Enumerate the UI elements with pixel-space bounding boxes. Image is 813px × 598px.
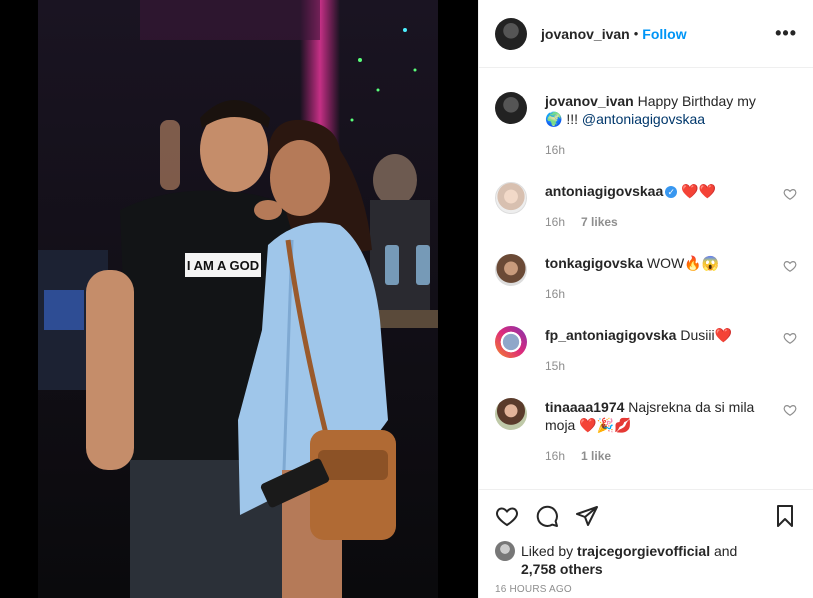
liked-by-avatar[interactable]	[495, 541, 515, 561]
follow-button[interactable]: Follow	[642, 26, 686, 42]
liked-by-others[interactable]: 2,758 others	[521, 561, 603, 577]
post-photo[interactable]: I AM A GOD	[0, 0, 478, 598]
like-comment-heart-icon[interactable]	[783, 403, 797, 417]
comment-avatar[interactable]	[495, 182, 527, 214]
comment-avatar-story-ring[interactable]	[495, 326, 527, 358]
like-comment-heart-icon[interactable]	[783, 259, 797, 273]
comment-username[interactable]: antoniagigovskaa	[545, 183, 663, 199]
comment-time[interactable]: 15h	[545, 357, 565, 375]
more-horizontal-icon[interactable]: •••	[775, 23, 797, 44]
photo-illustration: I AM A GOD	[0, 0, 478, 598]
comment-username[interactable]: tinaaaa1974	[545, 399, 624, 415]
comment-avatar[interactable]	[495, 254, 527, 286]
comment-item: fp_antoniagigovska Dusiii❤️ 15h	[495, 303, 797, 375]
comment-likes[interactable]: 7 likes	[581, 213, 618, 231]
comment-avatar[interactable]	[495, 398, 527, 430]
verified-badge-icon: ✓	[665, 186, 678, 199]
caption-mention[interactable]: @antoniagigovskaa	[582, 111, 705, 127]
liked-by-user[interactable]: trajcegorgievofficial	[577, 543, 710, 559]
comment-time[interactable]: 16h	[545, 213, 565, 231]
like-comment-heart-icon[interactable]	[783, 331, 797, 345]
comment-item: tonkagigovska WOW🔥😱 16h	[495, 231, 797, 303]
action-icons	[495, 490, 797, 542]
comment-text: Dusiii❤️	[680, 327, 733, 343]
post-details-panel: jovanov_ivan • Follow ••• jovanov_ivan H…	[478, 0, 813, 598]
separator-dot: •	[633, 26, 639, 41]
post-header: jovanov_ivan • Follow •••	[479, 0, 813, 68]
comments-list[interactable]: jovanov_ivan Happy Birthday my 🌍 !!! @an…	[479, 69, 813, 488]
share-send-icon[interactable]	[575, 504, 599, 528]
caption-avatar[interactable]	[495, 92, 527, 124]
caption-time[interactable]: 16h	[545, 141, 565, 159]
instagram-post: I AM A GOD jovanov_ivan • Follow ••• jov…	[0, 0, 813, 598]
comment-bubble-icon[interactable]	[535, 504, 559, 528]
like-heart-icon[interactable]	[495, 504, 519, 528]
comment-likes[interactable]: 1 like	[581, 447, 611, 465]
comment-text: ❤️❤️	[681, 183, 717, 199]
comment-time[interactable]: 16h	[545, 285, 565, 303]
shirt-text: I AM A GOD	[187, 258, 259, 273]
like-comment-heart-icon[interactable]	[783, 187, 797, 201]
comment-text: WOW🔥😱	[646, 255, 720, 271]
liked-by-and: and	[713, 543, 738, 559]
comment-item: tinaaaa1974 Najsrekna da si mila moja ❤️…	[495, 375, 797, 465]
author-avatar[interactable]	[495, 17, 527, 50]
author-username[interactable]: jovanov_ivan	[541, 26, 630, 42]
liked-by: Liked by trajcegorgievofficial and 2,758…	[495, 541, 797, 578]
comment-username[interactable]: tonkagigovska	[545, 255, 643, 271]
post-timestamp[interactable]: 16 HOURS AGO	[495, 584, 797, 595]
caption-username[interactable]: jovanov_ivan	[545, 93, 634, 109]
liked-by-prefix: Liked by	[521, 543, 574, 559]
save-bookmark-icon[interactable]	[773, 504, 797, 528]
post-actions: Liked by trajcegorgievofficial and 2,758…	[479, 489, 813, 595]
comment-username[interactable]: fp_antoniagigovska	[545, 327, 676, 343]
comment-item: antoniagigovskaa ✓ ❤️❤️ 16h 7 likes	[495, 159, 797, 231]
comment-time[interactable]: 16h	[545, 447, 565, 465]
caption: jovanov_ivan Happy Birthday my 🌍 !!! @an…	[495, 69, 797, 159]
